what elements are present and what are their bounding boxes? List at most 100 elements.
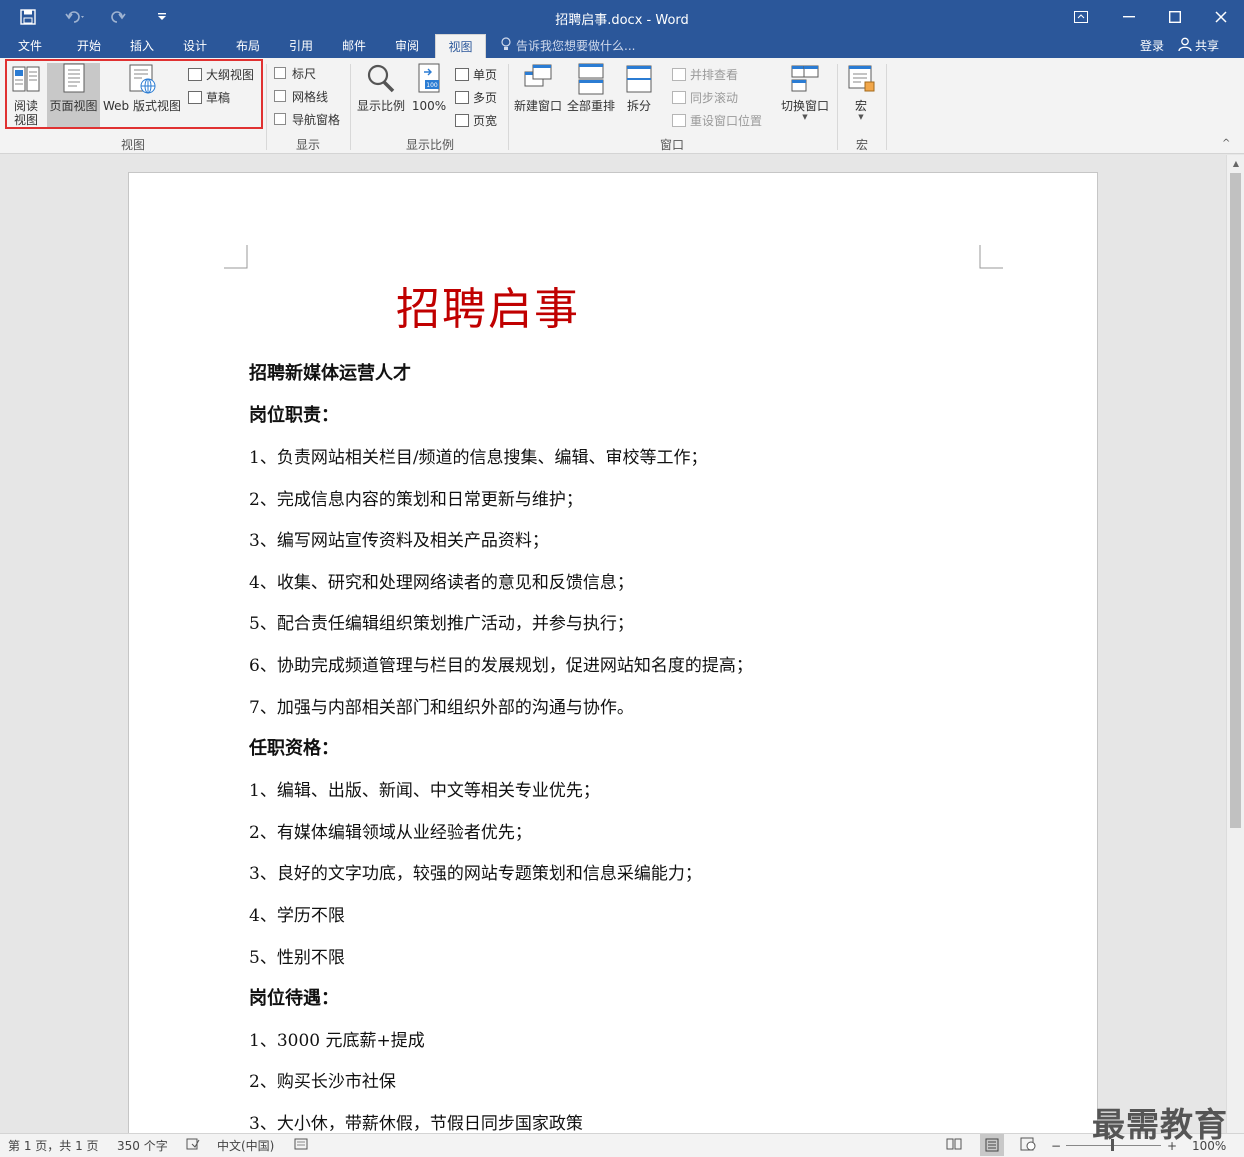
vertical-scrollbar[interactable]: ▲ (1226, 155, 1244, 1133)
tab-references[interactable]: 引用 (276, 34, 326, 58)
multi-page-label: 多页 (473, 90, 498, 105)
gridlines-checkbox[interactable]: 网格线 (274, 86, 328, 106)
side-by-side-label: 并排查看 (690, 67, 739, 82)
tab-view[interactable]: 视图 (435, 34, 486, 58)
word-count[interactable]: 350 个字 (117, 1137, 168, 1155)
arrange-all-icon (578, 63, 604, 95)
scrollbar-thumb[interactable] (1230, 173, 1241, 828)
checkbox-icon (274, 90, 286, 102)
tab-insert[interactable]: 插入 (117, 34, 167, 58)
crop-mark (979, 245, 1003, 269)
crop-mark (224, 245, 248, 269)
tab-design[interactable]: 设计 (170, 34, 220, 58)
doc-heading[interactable]: 岗位待遇： (249, 984, 339, 1010)
tell-me-box[interactable]: 告诉我您想要做什么... (500, 34, 635, 58)
multi-page-button[interactable]: 多页 (455, 87, 497, 107)
doc-heading[interactable]: 招聘新媒体运营人才 (249, 359, 411, 385)
doc-paragraph[interactable]: 1、3000 元底薪+提成 (249, 1026, 425, 1051)
tab-file[interactable]: 文件 (6, 34, 54, 58)
switch-window-button[interactable]: 切换窗口 ▼ (778, 62, 832, 121)
proofing-icon[interactable] (186, 1137, 200, 1155)
tab-home[interactable]: 开始 (64, 34, 114, 58)
doc-paragraph[interactable]: 3、良好的文字功底，较强的网站专题策划和信息采编能力； (249, 859, 702, 884)
doc-heading[interactable]: 岗位职责： (249, 401, 339, 427)
status-bar: 第 1 页，共 1 页 350 个字 中文(中国) − + 100% (0, 1133, 1244, 1157)
separator (266, 64, 267, 150)
split-button[interactable]: 拆分 (622, 62, 656, 113)
one-page-icon (455, 67, 469, 81)
zoom-100-button[interactable]: 100 100% (410, 62, 448, 113)
magnifier-icon (367, 64, 395, 93)
document-page[interactable]: 招聘启事 招聘新媒体运营人才 岗位职责： 1、负责网站相关栏目/频道的信息搜集、… (128, 172, 1098, 1133)
print-layout-icon[interactable] (980, 1134, 1004, 1156)
page-width-button[interactable]: 页宽 (455, 110, 497, 130)
tab-mailings[interactable]: 邮件 (329, 34, 379, 58)
read-mode-icon[interactable] (946, 1137, 962, 1155)
watermark-logo: 最需教育 (1092, 1105, 1228, 1144)
gridlines-label: 网格线 (292, 89, 329, 104)
tab-review[interactable]: 审阅 (382, 34, 432, 58)
switch-window-icon (791, 65, 819, 92)
tell-me-text: 告诉我您想要做什么... (516, 39, 636, 53)
macros-button[interactable]: 宏 ▼ (843, 62, 879, 121)
maximize-icon[interactable] (1152, 0, 1198, 34)
macros-label: 宏 (854, 99, 867, 113)
zoom-out-icon[interactable]: − (1051, 1137, 1061, 1155)
close-icon[interactable] (1198, 0, 1244, 34)
document-area[interactable]: 招聘启事 招聘新媒体运营人才 岗位职责： 1、负责网站相关栏目/频道的信息搜集、… (0, 155, 1226, 1133)
language[interactable]: 中文(中国) (217, 1137, 274, 1155)
side-by-side-icon (672, 67, 686, 81)
chevron-down-icon: ▼ (802, 113, 808, 121)
reset-pos-button[interactable]: 重设窗口位置 (672, 110, 762, 130)
page-count[interactable]: 第 1 页，共 1 页 (8, 1137, 99, 1155)
one-page-label: 单页 (473, 67, 498, 82)
doc-paragraph[interactable]: 5、配合责任编辑组织策划推广活动，并参与执行； (249, 609, 634, 634)
side-by-side-button[interactable]: 并排查看 (672, 64, 738, 84)
doc-paragraph[interactable]: 4、收集、研究和处理网络读者的意见和反馈信息； (249, 568, 634, 593)
one-page-button[interactable]: 单页 (455, 64, 497, 84)
document-title[interactable]: 招聘启事 (396, 273, 580, 337)
sign-in-link[interactable]: 登录 (1140, 34, 1164, 58)
share-button[interactable]: 共享 (1178, 34, 1219, 58)
lightbulb-icon (500, 35, 512, 59)
minimize-icon[interactable] (1106, 0, 1152, 34)
tab-layout[interactable]: 布局 (223, 34, 273, 58)
new-window-label: 新建窗口 (513, 99, 562, 113)
collapse-ribbon-icon[interactable]: ^ (1222, 138, 1230, 149)
ruler-checkbox[interactable]: 标尺 (274, 63, 316, 83)
ribbon-tabs: 文件 开始 插入 设计 布局 引用 邮件 审阅 视图 告诉我您想要做什么... … (0, 34, 1244, 58)
scroll-up-icon[interactable]: ▲ (1227, 155, 1244, 171)
doc-heading[interactable]: 任职资格： (249, 734, 339, 760)
separator (508, 64, 509, 150)
macro-record-icon[interactable] (294, 1137, 308, 1155)
checkbox-icon (274, 113, 286, 125)
multi-page-icon (455, 90, 469, 104)
arrange-all-button[interactable]: 全部重排 (566, 62, 616, 113)
doc-paragraph[interactable]: 7、加强与内部相关部门和组织外部的沟通与协作。 (249, 693, 634, 718)
ribbon-display-icon[interactable] (1058, 0, 1104, 34)
web-layout-icon[interactable] (1020, 1137, 1036, 1155)
doc-paragraph[interactable]: 1、负责网站相关栏目/频道的信息搜集、编辑、审校等工作； (249, 443, 708, 468)
chevron-down-icon: ▼ (858, 113, 864, 121)
doc-paragraph[interactable]: 6、协助完成频道管理与栏目的发展规划，促进网站知名度的提高； (249, 651, 753, 676)
share-label: 共享 (1195, 39, 1220, 53)
nav-pane-checkbox[interactable]: 导航窗格 (274, 109, 340, 129)
sync-scroll-button[interactable]: 同步滚动 (672, 87, 738, 107)
page-width-label: 页宽 (473, 113, 498, 128)
doc-paragraph[interactable]: 4、学历不限 (249, 901, 345, 926)
new-window-icon (524, 64, 552, 87)
checkbox-icon (274, 67, 286, 79)
separator (886, 64, 887, 150)
doc-paragraph[interactable]: 3、编写网站宣传资料及相关产品资料； (249, 526, 549, 551)
split-label: 拆分 (626, 99, 651, 113)
doc-paragraph[interactable]: 3、大小休，带薪休假，节假日同步国家政策 (249, 1109, 583, 1133)
doc-paragraph[interactable]: 2、购买长沙市社保 (249, 1067, 396, 1092)
zoom-button[interactable]: 显示比例 (355, 62, 407, 113)
doc-paragraph[interactable]: 2、有媒体编辑领域从业经验者优先； (249, 818, 532, 843)
doc-paragraph[interactable]: 2、完成信息内容的策划和日常更新与维护； (249, 485, 583, 510)
doc-paragraph[interactable]: 1、编辑、出版、新闻、中文等相关专业优先； (249, 776, 600, 801)
new-window-button[interactable]: 新建窗口 (512, 62, 564, 113)
zoom-group-label: 显示比例 (405, 138, 454, 152)
doc-paragraph[interactable]: 5、性别不限 (249, 943, 345, 968)
sync-scroll-label: 同步滚动 (690, 90, 739, 105)
